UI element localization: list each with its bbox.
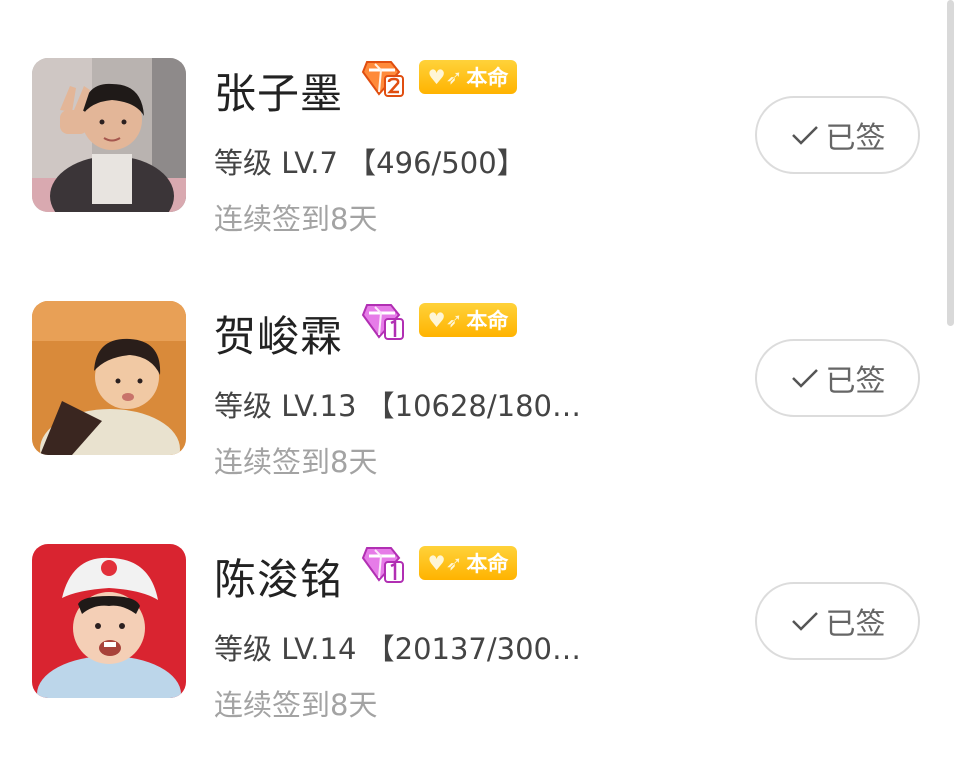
avatar-image [32,58,186,212]
avatar[interactable] [32,544,186,698]
avatar[interactable] [32,58,186,212]
fan-signin-list: 张子墨 ♥➶ 本命 等级 LV.7 【496/500】 连续签到8天 已签 贺峻… [0,0,960,759]
avatar-image [32,301,186,455]
signed-button-label: 已签 [825,121,886,156]
user-name: 张子墨 [214,68,344,118]
level-text: 等级 LV.13 【10628/180… [214,389,582,423]
bias-badge-label: 本命 [466,552,509,576]
list-item[interactable]: 贺峻霖 ♥➶ 本命 等级 LV.13 【10628/180… 连续签到8天 已签 [0,243,950,486]
bias-badge-label: 本命 [466,309,509,333]
scrollbar[interactable] [947,0,954,326]
level-text: 等级 LV.14 【20137/300… [214,632,582,666]
orange-diamond-level-icon [361,58,405,98]
heart-arrow-icon: ♥➶ [427,65,463,89]
avatar-image [32,544,186,698]
bias-badge: ♥➶ 本命 [419,546,518,580]
signed-button-label: 已签 [825,364,886,399]
check-icon [790,123,820,147]
bias-badge-label: 本命 [466,66,509,90]
user-name: 贺峻霖 [214,311,344,361]
signed-button-label: 已签 [825,607,886,642]
list-item[interactable]: 陈浚铭 ♥➶ 本命 等级 LV.14 【20137/300… 连续签到8天 已签 [0,486,950,729]
name-line: 贺峻霖 ♥➶ 本命 [214,303,518,361]
streak-text: 连续签到8天 [214,202,378,236]
streak-text: 连续签到8天 [214,688,378,722]
bias-badge: ♥➶ 本命 [419,303,518,337]
purple-diamond-level-icon [361,301,405,341]
name-line: 陈浚铭 ♥➶ 本命 [214,546,518,604]
signed-button[interactable]: 已签 [755,339,920,417]
name-line: 张子墨 ♥➶ 本命 [214,60,518,118]
purple-diamond-level-icon [361,544,405,584]
check-icon [790,609,820,633]
signed-button[interactable]: 已签 [755,96,920,174]
bias-badge: ♥➶ 本命 [419,60,518,94]
heart-arrow-icon: ♥➶ [427,551,463,575]
level-text: 等级 LV.7 【496/500】 [214,146,526,180]
signed-button[interactable]: 已签 [755,582,920,660]
user-name: 陈浚铭 [214,554,344,604]
avatar[interactable] [32,301,186,455]
heart-arrow-icon: ♥➶ [427,308,463,332]
streak-text: 连续签到8天 [214,445,378,479]
check-icon [790,366,820,390]
list-item[interactable]: 张子墨 ♥➶ 本命 等级 LV.7 【496/500】 连续签到8天 已签 [0,0,950,243]
